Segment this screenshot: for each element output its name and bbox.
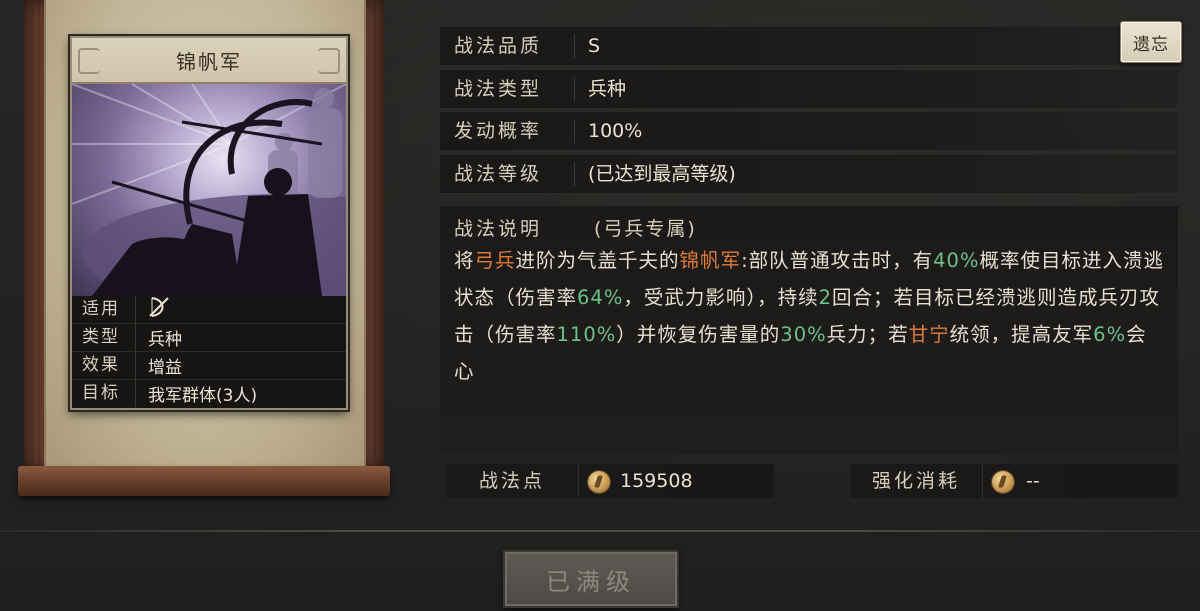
upgrade-cost-label: 强化消耗 — [850, 464, 983, 498]
separator — [574, 77, 575, 101]
quality-label: 战法品质 — [454, 35, 543, 57]
stat-row-effect: 效果 增益 — [72, 352, 346, 380]
stat-row-target: 目标 我军群体(3人) — [72, 380, 346, 407]
description-segment: 6% — [1093, 323, 1127, 346]
tactic-points-label: 战法点 — [446, 464, 579, 498]
description-segment: 30% — [780, 323, 827, 346]
info-row-level: 战法等级 (已达到最高等级) — [440, 155, 1178, 194]
description-segment: 甘宁 — [908, 323, 950, 346]
level-label: 战法等级 — [454, 163, 543, 185]
rate-value: 100% — [588, 120, 643, 142]
stat-label: 适用 — [72, 296, 136, 323]
stat-label: 目标 — [72, 380, 136, 407]
separator — [574, 34, 575, 58]
max-level-button[interactable]: 已满级 — [503, 550, 679, 608]
description-segment: 64% — [577, 286, 624, 309]
description-segment: 110% — [556, 323, 617, 346]
description-text: 将弓兵进阶为气盖千夫的锦帆军:部队普通攻击时，有40%概率使目标进入溃逃状态（伤… — [454, 242, 1166, 390]
description-segment: 将 — [454, 249, 475, 272]
description-segment: ，受武力影响），持续 — [623, 286, 819, 309]
stat-label: 效果 — [72, 352, 136, 379]
description-segment: 进阶为气盖千夫的 — [515, 249, 680, 272]
card-art-archers — [72, 84, 346, 296]
description-tag: (弓兵专属) — [594, 218, 697, 240]
stat-label: 类型 — [72, 324, 136, 351]
divider — [0, 530, 1200, 532]
scroll-rod — [18, 466, 390, 496]
stat-value: 增益 — [148, 358, 182, 378]
quality-value: S — [588, 35, 601, 57]
tactic-points-box: 战法点 159508 — [446, 464, 774, 498]
description-segment: ）并恢复伤害量的 — [616, 323, 781, 346]
tactic-card[interactable]: 锦帆军 适用 类型 兵种 效果 增益 目标 我军群体(3人) — [70, 36, 348, 410]
card-title: 锦帆军 — [176, 49, 242, 74]
upgrade-cost-box: 强化消耗 -- — [850, 464, 1178, 498]
separator — [574, 162, 575, 186]
description-segment: 兵力；若 — [826, 323, 909, 346]
card-title-bar: 锦帆军 — [72, 38, 346, 84]
info-row-type: 战法类型 兵种 — [440, 70, 1178, 109]
tactic-point-coin-icon — [588, 471, 610, 493]
description-heading: 战法说明 — [454, 218, 543, 240]
bow-icon — [136, 296, 170, 323]
level-value: (已达到最高等级) — [588, 163, 736, 185]
forget-button[interactable]: 遗忘 — [1120, 21, 1182, 63]
description-segment: 40% — [933, 249, 980, 272]
description-box: 战法说明 (弓兵专属) 将弓兵进阶为气盖千夫的锦帆军:部队普通攻击时，有40%概… — [440, 206, 1178, 454]
info-row-quality: 战法品质 S — [440, 27, 1178, 66]
tactic-point-coin-icon — [992, 471, 1014, 493]
card-stats: 适用 类型 兵种 效果 增益 目标 我军群体(3人) — [72, 296, 346, 408]
type-label: 战法类型 — [454, 78, 543, 100]
stat-value: 我军群体(3人) — [148, 386, 258, 406]
info-row-rate: 发动概率 100% — [440, 112, 1178, 151]
description-segment: 2 — [818, 286, 833, 309]
description-segment: 锦帆军 — [679, 249, 742, 272]
tactic-points-value: 159508 — [620, 470, 693, 492]
separator — [574, 119, 575, 143]
stat-value: 兵种 — [148, 330, 182, 350]
rate-label: 发动概率 — [454, 120, 543, 142]
stat-row-type: 类型 兵种 — [72, 324, 346, 352]
upgrade-cost-value: -- — [1026, 470, 1040, 492]
stat-row-applicable: 适用 — [72, 296, 346, 324]
type-value: 兵种 — [588, 78, 627, 100]
description-segment: 统领，提高友军 — [949, 323, 1094, 346]
description-segment: 弓兵 — [474, 249, 516, 272]
description-segment: :部队普通攻击时，有 — [741, 249, 934, 272]
